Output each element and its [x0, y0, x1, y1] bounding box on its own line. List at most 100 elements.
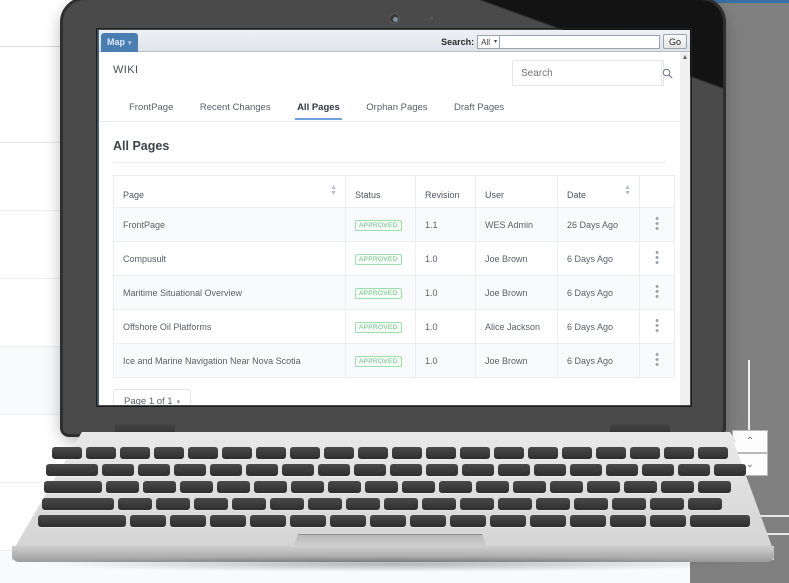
column-header-user-label: User	[485, 190, 505, 200]
cell-actions[interactable]: • • •	[639, 275, 675, 310]
laptop-drop-shadow	[30, 556, 756, 572]
app-global-search: Search: All Go	[441, 33, 687, 50]
column-header-user[interactable]: User	[475, 175, 558, 208]
wiki-search-button[interactable]	[661, 61, 673, 85]
status-badge: APPROVED	[355, 253, 402, 265]
cell-user: Joe Brown	[475, 275, 558, 310]
cell-user: WES Admin	[475, 207, 558, 242]
sort-icon[interactable]: ▲ ▼	[624, 184, 631, 197]
table-row[interactable]: Ice and Marine Navigation Near Nova Scot…	[113, 343, 675, 378]
laptop-keyboard[interactable]	[38, 447, 750, 535]
laptop-mockup: Map▾ Wiki▾✕ Search: All Go ▲ WI	[0, 0, 789, 583]
column-header-page[interactable]: Page ▲ ▼	[113, 175, 346, 208]
title-divider	[113, 162, 666, 163]
column-header-actions	[639, 175, 675, 208]
kebab-menu-icon[interactable]: • • •	[649, 248, 665, 269]
cell-revision: 1.0	[415, 343, 476, 378]
column-header-status[interactable]: Status	[345, 175, 416, 208]
wiki-header: WIKI	[99, 52, 680, 97]
table-row[interactable]: FrontPage APPROVED 1.1 WES Admin 26 Days…	[113, 207, 675, 242]
keyboard-row	[52, 447, 728, 459]
keyboard-row	[38, 515, 750, 527]
webcam-icon	[389, 13, 400, 24]
page-selector-label: Page 1 of 1	[124, 396, 173, 405]
cell-user: Alice Jackson	[475, 309, 558, 344]
cell-actions[interactable]: • • •	[639, 241, 675, 276]
wiki-search-input[interactable]	[513, 61, 661, 85]
page-title: All Pages	[113, 139, 170, 153]
cell-page[interactable]: Ice and Marine Navigation Near Nova Scot…	[113, 343, 346, 378]
cell-revision: 1.0	[415, 309, 476, 344]
cell-user: Joe Brown	[475, 241, 558, 276]
column-header-page-label: Page	[123, 190, 145, 200]
wiki-search	[512, 60, 673, 86]
page-selector-button[interactable]: Page 1 of 1 ▾	[113, 389, 192, 405]
app-tab-map-label: Map	[107, 37, 125, 47]
nav-item-draft-pages[interactable]: Draft Pages	[454, 102, 504, 119]
cell-date: 6 Days Ago	[557, 343, 640, 378]
cell-actions[interactable]: • • •	[639, 309, 675, 344]
cell-status: APPROVED	[345, 343, 416, 378]
chevron-down-icon: ▾	[176, 399, 181, 405]
cell-actions[interactable]: • • •	[639, 207, 675, 242]
page-scrollbar[interactable]: ▲	[679, 52, 690, 405]
screenshot-stage: ▾ ✕ age Rec s tuational Ov	[0, 0, 789, 583]
column-header-revision-label: Revision	[425, 190, 460, 200]
status-badge: APPROVED	[355, 219, 402, 231]
cell-date: 6 Days Ago	[557, 309, 640, 344]
keyboard-row	[46, 464, 746, 476]
column-header-revision[interactable]: Revision	[415, 175, 476, 208]
scrollbar-up-arrow-icon[interactable]: ▲	[680, 52, 690, 63]
cell-status: APPROVED	[345, 309, 416, 344]
column-header-status-label: Status	[355, 190, 381, 200]
nav-item-frontpage[interactable]: FrontPage	[129, 102, 173, 119]
kebab-menu-icon[interactable]: • • •	[649, 350, 665, 371]
webcam-indicator-icon	[430, 17, 433, 20]
wiki-nav: FrontPage Recent Changes All Pages Orpha…	[99, 97, 680, 122]
wiki-logo-title: WIKI	[113, 64, 139, 76]
cell-page[interactable]: FrontPage	[113, 207, 346, 242]
app-search-go-button[interactable]: Go	[662, 34, 687, 49]
cell-revision: 1.0	[415, 241, 476, 276]
nav-item-orphan-pages[interactable]: Orphan Pages	[366, 102, 427, 119]
cell-date: 6 Days Ago	[557, 275, 640, 310]
wiki-app: WIKI FrontPage Recent Changes	[99, 52, 680, 405]
kebab-menu-icon[interactable]: • • •	[649, 282, 665, 303]
cell-page[interactable]: Maritime Situational Overview	[113, 275, 346, 310]
app-tab-map-caret-icon[interactable]: ▾	[128, 40, 132, 47]
status-badge: APPROVED	[355, 287, 402, 299]
cell-user: Joe Brown	[475, 343, 558, 378]
cell-status: APPROVED	[345, 275, 416, 310]
cell-page[interactable]: Compusult	[113, 241, 346, 276]
cell-status: APPROVED	[345, 207, 416, 242]
search-icon	[662, 68, 673, 78]
kebab-menu-icon[interactable]: • • •	[649, 316, 665, 337]
nav-item-all-pages[interactable]: All Pages	[295, 102, 342, 120]
nav-item-recent-changes[interactable]: Recent Changes	[200, 102, 271, 119]
cell-page[interactable]: Offshore Oil Platforms	[113, 309, 346, 344]
app-tab-map[interactable]: Map ▾	[101, 33, 138, 52]
table-header-row: Page ▲ ▼ Status Revision User Date ▲ ▼	[113, 175, 675, 208]
app-search-input[interactable]	[499, 34, 660, 49]
cell-actions[interactable]: • • •	[639, 343, 675, 378]
pages-table: Page ▲ ▼ Status Revision User Date ▲ ▼ F…	[113, 175, 675, 378]
status-badge: APPROVED	[355, 321, 402, 333]
column-header-date-label: Date	[567, 190, 587, 200]
cell-date: 26 Days Ago	[557, 207, 640, 242]
cell-revision: 1.0	[415, 275, 476, 310]
cell-revision: 1.1	[415, 207, 476, 242]
status-badge: APPROVED	[355, 355, 402, 367]
table-row[interactable]: Offshore Oil Platforms APPROVED 1.0 Alic…	[113, 309, 675, 344]
cell-status: APPROVED	[345, 241, 416, 276]
keyboard-row	[42, 498, 722, 510]
app-search-label: Search:	[441, 36, 475, 47]
laptop-screen: Map▾ Wiki▾✕ Search: All Go ▲ WI	[98, 30, 690, 405]
kebab-menu-icon[interactable]: • • •	[649, 214, 665, 235]
table-row[interactable]: Maritime Situational Overview APPROVED 1…	[113, 275, 675, 310]
app-search-scope-select[interactable]: All	[477, 34, 500, 49]
column-header-date[interactable]: Date ▲ ▼	[557, 175, 640, 208]
table-row[interactable]: Compusult APPROVED 1.0 Joe Brown 6 Days …	[113, 241, 675, 276]
sort-icon[interactable]: ▲ ▼	[330, 184, 337, 197]
keyboard-row	[44, 481, 731, 493]
cell-date: 6 Days Ago	[557, 241, 640, 276]
